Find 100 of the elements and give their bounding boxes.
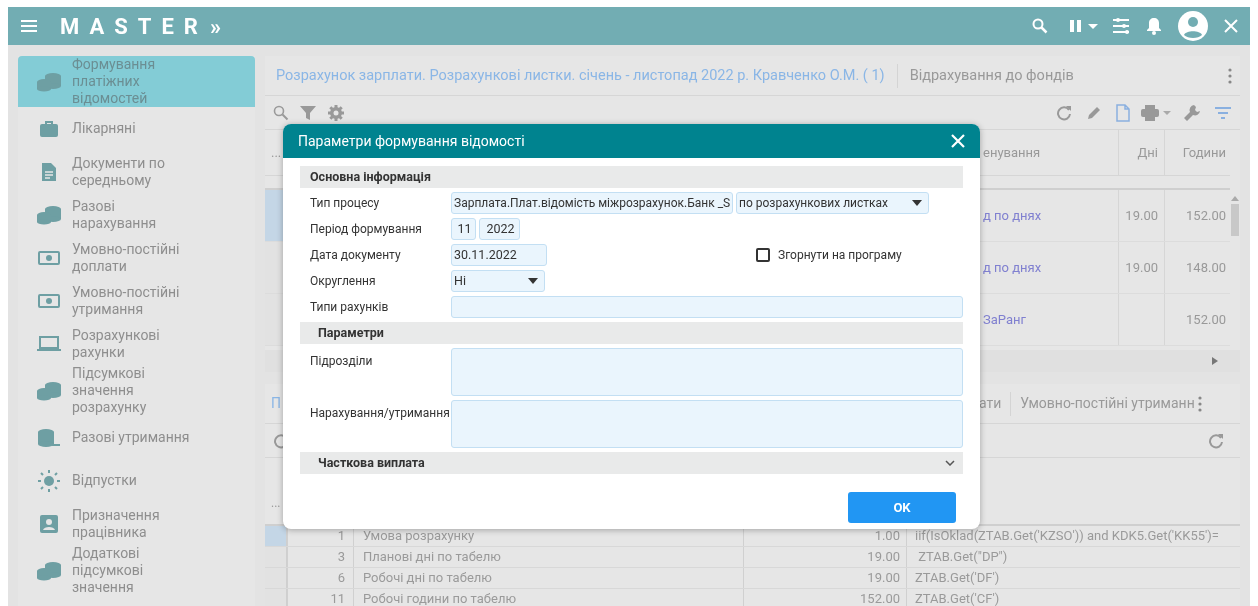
table-cell-text: 152.00 [1186, 206, 1226, 225]
sort-icon[interactable] [1214, 105, 1232, 120]
checkbox[interactable]: Згорнути на програму [756, 246, 902, 264]
filter-icon[interactable] [299, 103, 317, 122]
input-field[interactable]: 2022 [479, 218, 520, 240]
ok-button[interactable]: OK [848, 492, 956, 523]
input-field[interactable] [451, 348, 963, 396]
sidebar-item[interactable]: Формування платіжних відомостей [18, 56, 255, 107]
table-cell-text: ZTAB.Get('CF') [915, 590, 1000, 606]
sidebar-item[interactable]: Лікарняні [18, 107, 255, 150]
field-label: Нарахування/утримання [310, 406, 450, 420]
close-icon[interactable] [951, 134, 965, 148]
column-header: енування [983, 143, 1041, 162]
tab[interactable]: ати [978, 393, 1003, 414]
table-cell-text: ZTAB.Get('DF') [915, 569, 1000, 588]
field-label: Округлення [310, 274, 376, 288]
banknote-icon [38, 250, 60, 265]
sidebar-item[interactable]: Документи по середньому [18, 150, 255, 193]
tab[interactable]: Розрахунок зарплати. Розрахункові листки. січень - листопад 2022 р. Кравченко О.М. ( 1) [274, 64, 887, 87]
row-header-cell[interactable] [265, 526, 287, 546]
column-header: Години [1182, 143, 1226, 162]
sliders-icon[interactable] [1112, 18, 1130, 34]
sidebar-item[interactable]: Разові утримання [18, 416, 255, 459]
table-cell-text: ZTAB.Get("DP") [917, 548, 1008, 567]
document-icon [41, 161, 57, 182]
collapsible-section[interactable]: Часткова виплата [300, 452, 963, 474]
table-cell-text: 1 [337, 527, 345, 546]
field-label: Типи рахунків [310, 300, 389, 314]
table-cell-text: Робочі години по табелю [363, 590, 517, 606]
input-field[interactable] [451, 400, 963, 448]
column-header: ... [271, 143, 282, 162]
caret-icon[interactable] [912, 200, 922, 206]
input-field[interactable]: 11 [451, 218, 476, 240]
row-header-cell[interactable] [265, 547, 287, 567]
input-field[interactable] [451, 296, 963, 318]
sidebar-item[interactable]: Підсумкові значення розрахунку [18, 365, 255, 416]
tab[interactable]: Відрахування до фондів [907, 64, 1076, 87]
menu-icon[interactable] [20, 19, 38, 33]
section-title: Параметри [318, 323, 384, 342]
dropdown[interactable]: по розрахункових листках [736, 192, 929, 214]
sidebar-item[interactable]: Відпустки [18, 459, 255, 502]
dialog-title: Параметри формування відомості [298, 131, 525, 151]
link[interactable]: ЗаРанг [983, 309, 1026, 330]
coins-icon [36, 71, 62, 92]
table-cell-text: 11 [330, 590, 345, 606]
laptop-icon [37, 335, 61, 352]
sidebar-item[interactable]: Розрахункові рахунки [18, 322, 255, 365]
field-label: Тип процесу [310, 196, 380, 210]
link[interactable]: д по днях [983, 257, 1042, 278]
chevron-down-icon[interactable] [945, 460, 955, 466]
database-icon [37, 427, 61, 448]
table-cell-text: 3 [337, 548, 345, 567]
column-header: ... [271, 495, 281, 512]
table-cell-text: Планові дні по табелю [363, 548, 501, 567]
expand-button[interactable]: » [209, 9, 221, 43]
user-avatar-icon[interactable] [1178, 11, 1208, 41]
document-icon[interactable] [1116, 103, 1130, 122]
input-field[interactable]: 30.11.2022 [451, 244, 547, 266]
table-cell-text: 19.00 [867, 548, 900, 567]
table-cell-text: 19.00 [1125, 258, 1158, 277]
edit-icon[interactable] [1086, 104, 1102, 121]
dropdown[interactable]: Ні [451, 270, 545, 292]
sun-icon [38, 469, 60, 492]
sidebar-item[interactable]: Додаткові підсумкові значення [18, 545, 255, 596]
scroll-up-icon[interactable] [1231, 196, 1239, 201]
table-cell-text: 148.00 [1186, 258, 1226, 277]
more-icon[interactable] [1228, 67, 1232, 84]
coins-icon [36, 380, 62, 401]
table-cell-text: 6 [337, 569, 345, 588]
search-icon[interactable] [1032, 18, 1048, 34]
table-cell-text: iif(IsOklad(ZTAB.Get('KZSO')) and KDK5.Get('KK55')= [915, 527, 1219, 546]
settings-icon[interactable] [327, 103, 345, 122]
column-header: Дні [1137, 143, 1158, 162]
search-icon[interactable] [273, 104, 289, 121]
app-logo: MASTER [60, 12, 208, 41]
coins-icon [36, 204, 62, 225]
briefcase-icon [39, 119, 59, 138]
scroll-right-icon[interactable] [1212, 357, 1218, 365]
link[interactable]: д по днях [983, 205, 1042, 226]
table-cell-text: 1.00 [874, 527, 900, 546]
table-cell-text: 152.00 [1186, 310, 1226, 329]
field-label: Дата документу [310, 248, 401, 262]
sidebar-item[interactable]: Разові нарахування [18, 193, 255, 236]
sidebar-item[interactable]: Призначення працівника [18, 502, 255, 545]
sidebar-item[interactable]: Умовно-постійні доплати [18, 236, 255, 279]
table-cell-text: 152.00 [860, 590, 900, 606]
input-field[interactable]: Зарплата.Плат.відомість міжрозрахунок.Банк _S [451, 192, 733, 214]
section-title: Основна інформація [310, 167, 431, 186]
bell-icon[interactable] [1146, 17, 1162, 35]
tab[interactable]: Умовно-постійні утриманн [1019, 393, 1196, 414]
more-icon[interactable] [1197, 395, 1202, 412]
wrench-icon[interactable] [1182, 102, 1202, 123]
scrollbar-thumb[interactable] [1231, 204, 1239, 236]
field-label: Підрозділи [310, 354, 373, 368]
close-icon[interactable] [1224, 19, 1238, 33]
sidebar-item[interactable]: Умовно-постійні утримання [18, 279, 255, 322]
banknote-icon [38, 293, 60, 308]
pause-dropdown-icon[interactable] [1068, 19, 1100, 33]
caret-icon[interactable] [528, 278, 538, 284]
tab[interactable]: П [270, 393, 282, 414]
